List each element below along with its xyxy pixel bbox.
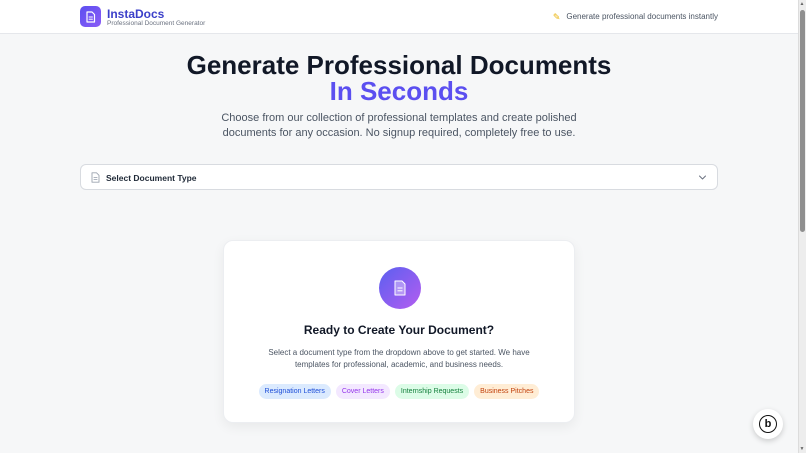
made-with-badge[interactable]: b xyxy=(753,409,783,439)
chip-cover-letters[interactable]: Cover Letters xyxy=(335,384,390,399)
select-label: Select Document Type xyxy=(106,173,197,183)
document-icon xyxy=(86,10,96,23)
card-title: Ready to Create Your Document? xyxy=(303,323,495,337)
card-document-icon xyxy=(379,267,421,309)
document-icon xyxy=(394,280,406,296)
document-type-select[interactable]: Select Document Type xyxy=(80,164,718,190)
hero-description: Choose from our collection of profession… xyxy=(221,112,577,139)
logo-document-icon[interactable] xyxy=(80,6,101,27)
sparkle-icon: ✎ xyxy=(552,12,561,22)
made-with-badge-icon: b xyxy=(759,415,777,433)
document-icon xyxy=(91,172,100,183)
scroll-up-arrow-icon[interactable]: ▲ xyxy=(799,1,805,7)
top-header: InstaDocs Professional Document Generato… xyxy=(0,0,798,34)
brand-subtitle: Professional Document Generator xyxy=(107,20,206,27)
brand-name[interactable]: InstaDocs xyxy=(107,7,164,21)
document-type-chips: Resignation Letters Cover Letters Intern… xyxy=(224,384,574,399)
header-tagline: ✎ Generate professional documents instan… xyxy=(553,12,718,22)
scroll-thumb[interactable] xyxy=(800,10,805,232)
empty-state-card: Ready to Create Your Document? Select a … xyxy=(223,240,575,423)
scroll-down-arrow-icon[interactable]: ▼ xyxy=(799,446,805,452)
chip-resignation-letters[interactable]: Resignation Letters xyxy=(258,384,331,399)
chip-internship-requests[interactable]: Internship Requests xyxy=(394,384,470,399)
chevron-down-icon[interactable] xyxy=(698,173,707,182)
hero-title-highlight: In Seconds xyxy=(329,76,469,106)
tagline-text: Generate professional documents instantl… xyxy=(566,12,718,21)
card-description: Select a document type from the dropdown… xyxy=(268,348,530,369)
chip-business-pitches[interactable]: Business Pitches xyxy=(474,384,540,399)
page-scrollbar[interactable]: ▲ ▼ xyxy=(798,0,806,453)
badge-letter: b xyxy=(764,417,772,430)
